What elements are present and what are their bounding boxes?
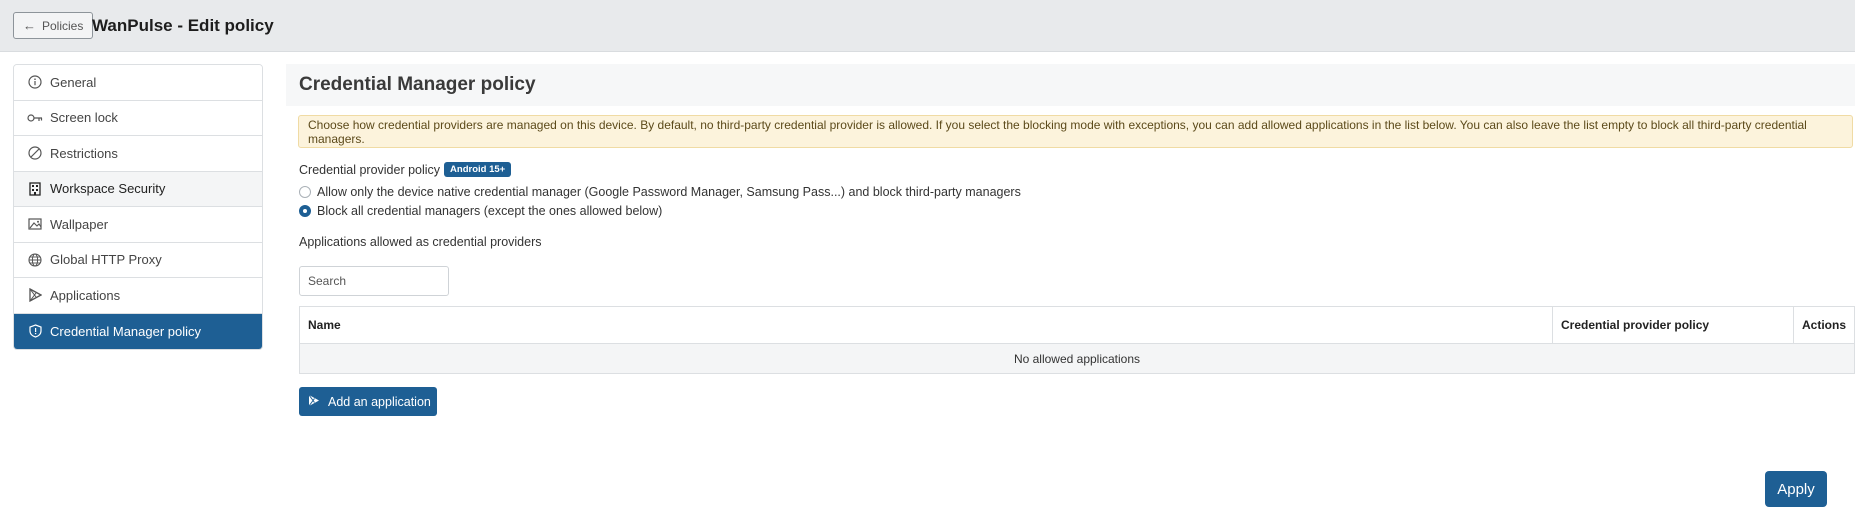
radio-option-native-only[interactable]: Allow only the device native credential …	[299, 185, 1021, 199]
image-icon	[27, 216, 43, 232]
allowed-apps-label: Applications allowed as credential provi…	[299, 235, 542, 249]
sidebar-item-general[interactable]: General	[14, 65, 262, 101]
sidebar-item-label: Restrictions	[50, 145, 118, 161]
radio-option-block-all-except[interactable]: Block all credential managers (except th…	[299, 204, 662, 218]
info-alert: Choose how credential providers are mana…	[298, 115, 1853, 148]
column-header-credential-provider-policy[interactable]: Credential provider policy	[1553, 307, 1794, 343]
sidebar-item-label: Credential Manager policy	[50, 323, 202, 339]
sidebar-item-wallpaper[interactable]: Wallpaper	[14, 207, 262, 243]
back-button-label: Policies	[42, 18, 84, 33]
add-application-label: Add an application	[328, 394, 431, 409]
info-circle-icon	[27, 74, 43, 90]
sidebar-item-restrictions[interactable]: Restrictions	[14, 136, 262, 172]
main-content: Credential Manager policy Choose how cre…	[286, 64, 1855, 416]
sidebar-item-credential-manager-policy[interactable]: Credential Manager policy	[14, 313, 262, 349]
allowed-apps-table: Name Credential provider policy Actions …	[299, 306, 1855, 374]
column-header-actions: Actions	[1802, 318, 1847, 332]
column-header-name[interactable]: Name	[300, 307, 1553, 343]
sidebar-item-label: General	[50, 74, 97, 90]
sidebar-item-label: Workspace Security	[50, 181, 166, 197]
apply-button[interactable]: Apply	[1765, 471, 1827, 507]
play-store-icon	[308, 394, 320, 410]
sidebar-item-label: Applications	[50, 287, 121, 303]
key-icon	[27, 110, 43, 126]
sidebar-item-label: Global HTTP Proxy	[50, 252, 162, 268]
sidebar-item-label: Wallpaper	[50, 216, 109, 232]
sidebar-item-label: Screen lock	[50, 110, 118, 126]
top-bar: ← Policies WanPulse - Edit policy	[0, 0, 1855, 52]
sidebar-item-global-http-proxy[interactable]: Global HTTP Proxy	[14, 242, 262, 278]
credential-provider-policy-label: Credential provider policy Android 15+	[299, 162, 512, 177]
radio-button-checked[interactable]	[299, 205, 311, 217]
android-version-badge: Android 15+	[444, 162, 512, 177]
policy-sections-sidebar: General Screen lock Restrictions Workspa…	[13, 64, 263, 350]
no-entry-icon	[27, 145, 43, 161]
sidebar-item-applications[interactable]: Applications	[14, 278, 262, 314]
globe-icon	[27, 252, 43, 268]
page-title: WanPulse - Edit policy	[92, 16, 274, 35]
radio-option-label: Block all credential managers (except th…	[317, 204, 663, 218]
add-application-button[interactable]: Add an application	[299, 387, 437, 416]
building-icon	[27, 181, 43, 197]
radio-option-label: Allow only the device native credential …	[317, 185, 1021, 199]
table-empty-row: No allowed applications	[300, 344, 1854, 373]
play-store-icon	[27, 287, 43, 303]
back-to-policies-button[interactable]: ← Policies	[13, 12, 94, 39]
sidebar-item-workspace-security[interactable]: Workspace Security	[14, 171, 262, 207]
shield-icon	[27, 323, 43, 339]
arrow-left-icon: ←	[23, 18, 36, 33]
sidebar-item-screen-lock[interactable]: Screen lock	[14, 100, 262, 136]
policy-label-text: Credential provider policy	[299, 162, 441, 177]
section-header: Credential Manager policy	[286, 64, 1855, 106]
table-header: Name Credential provider policy Actions	[300, 307, 1854, 344]
section-title: Credential Manager policy	[299, 74, 536, 95]
radio-button-unchecked[interactable]	[299, 186, 311, 198]
search-input[interactable]	[299, 266, 449, 296]
